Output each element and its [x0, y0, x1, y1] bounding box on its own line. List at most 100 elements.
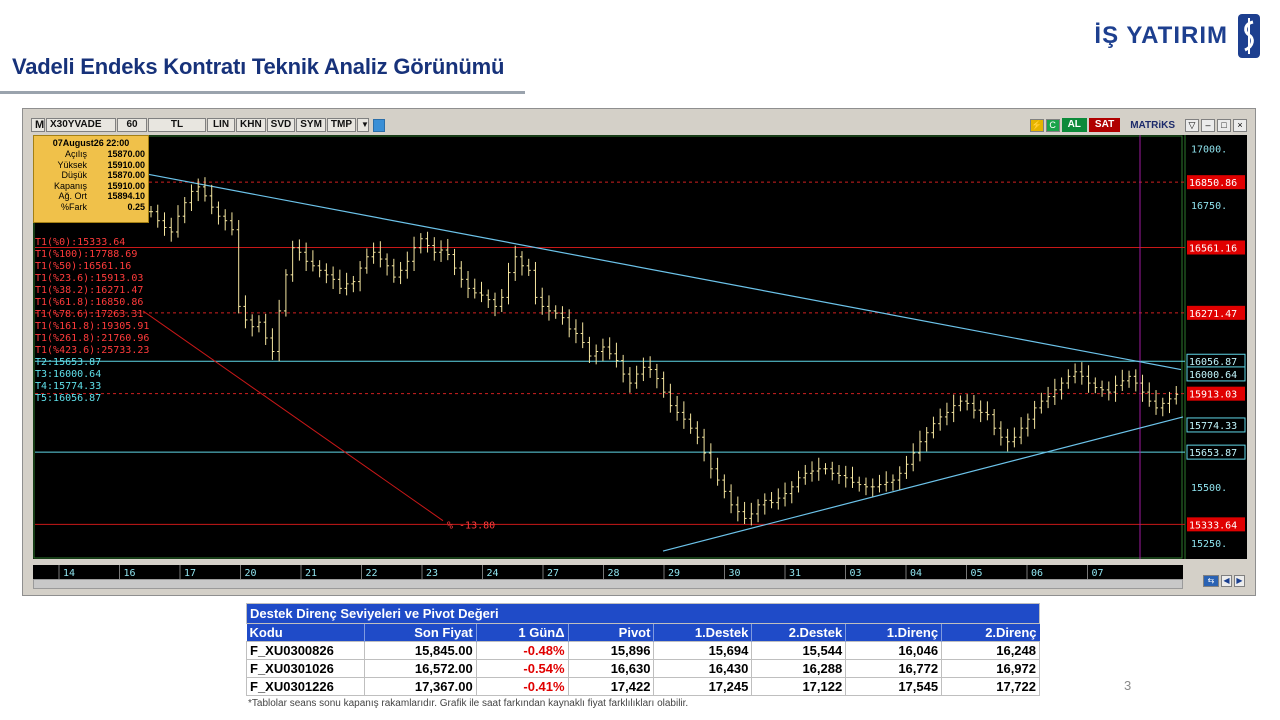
table-row: F_XU0301026 16,572.00 -0.54% 16,630 16,4… — [246, 659, 1040, 678]
scroll-left-icon[interactable]: ◀ — [1221, 575, 1232, 587]
title-divider — [0, 91, 525, 94]
level-label: 16000.64 — [1189, 370, 1237, 381]
price-chart[interactable]: 17000. 16750. 15500. 15250. 16850.86 16561.16… — [33, 135, 1247, 559]
tooltip-value: 15870.00 — [107, 170, 145, 180]
col-header-son-fiyat: Son Fiyat — [363, 623, 477, 642]
col-header-kodu: Kodu — [246, 623, 365, 642]
buy-button[interactable]: AL — [1061, 118, 1087, 132]
cell-direnc-1: 16,046 — [845, 641, 943, 660]
cell-son-fiyat: 16,572.00 — [363, 659, 477, 678]
tooltip-row: %Fark 0.25 — [37, 202, 145, 213]
flash-icon[interactable]: ⚡ — [1029, 118, 1044, 132]
symbol-field[interactable]: X30YVADE — [46, 118, 116, 132]
cell-pivot: 17,422 — [567, 677, 655, 696]
chart-toolbar: M X30YVADE 60 TL LIN KHN SVD SYM TMP ▼ ⚡… — [31, 117, 1247, 133]
x-tick-label: 14 — [63, 568, 75, 579]
toolbar-button-tmp[interactable]: TMP — [326, 118, 357, 132]
tooltip-key: Açılış — [64, 149, 87, 159]
tooltip-value: 15910.00 — [107, 180, 145, 191]
cell-destek-1: 16,430 — [653, 659, 753, 678]
period-button[interactable]: 60 — [117, 118, 147, 132]
col-header-gun-delta: 1 GünΔ — [475, 623, 569, 642]
cell-pivot: 15,896 — [567, 641, 655, 660]
chart-nav: ⇆ ◀ ▶ — [1203, 575, 1245, 587]
minimize-icon[interactable]: – — [1201, 118, 1215, 132]
tooltip-key: Ağ. Ort — [58, 191, 87, 201]
col-header-direnc-2: 2.Direnç — [941, 623, 1040, 642]
y-tick-label: 16750. — [1191, 201, 1227, 212]
table-caption: Destek Direnç Seviyeleri ve Pivot Değeri — [246, 603, 1040, 624]
y-tick-label: 17000. — [1191, 145, 1227, 156]
x-tick-label: 20 — [245, 568, 257, 579]
scroll-right-icon[interactable]: ▶ — [1234, 575, 1245, 587]
time-scrollbar[interactable] — [33, 579, 1183, 589]
tooltip-value: 15894.10 — [107, 191, 145, 201]
fib-level-label: T1(%261.8):21760.96 — [35, 333, 149, 344]
x-tick-label: 24 — [487, 568, 499, 579]
twitter-icon[interactable] — [373, 118, 386, 132]
cell-destek-1: 15,694 — [653, 641, 753, 660]
table-row: F_XU0301226 17,367.00 -0.41% 17,422 17,2… — [246, 677, 1040, 696]
resistance-trendline — [142, 172, 1182, 371]
cell-direnc-1: 17,545 — [845, 677, 943, 696]
tooltip-row: Düşük 15870.00 — [37, 170, 145, 181]
footnote: *Tablolar seans sonu kapanış rakamlarıdı… — [248, 698, 689, 709]
brand-name: İŞ YATIRIM — [1094, 22, 1228, 49]
brand-logo-icon — [1238, 14, 1260, 58]
x-tick-label: 21 — [305, 568, 317, 579]
level-label: 15653.87 — [1189, 448, 1237, 459]
x-tick-label: 28 — [608, 568, 620, 579]
col-header-destek-1: 1.Destek — [653, 623, 752, 642]
y-tick-label: 15500. — [1191, 483, 1227, 494]
page-title: Vadeli Endeks Kontratı Teknik Analiz Gör… — [12, 54, 505, 79]
x-tick-label: 22 — [366, 568, 378, 579]
scale-button[interactable]: LIN — [207, 118, 235, 132]
trendline-label: T4:15774.33 — [35, 381, 101, 392]
x-tick-label: 27 — [547, 568, 559, 579]
x-tick-label: 29 — [668, 568, 680, 579]
level-label: 15913.03 — [1189, 390, 1237, 401]
trendline-label: T3:16000.64 — [35, 369, 101, 380]
fib-level-label: T1(%38.2):16271.47 — [35, 285, 143, 296]
x-tick-label: 17 — [184, 568, 196, 579]
menu-button[interactable]: M — [31, 118, 45, 132]
tooltip-row: Ağ. Ort 15894.10 — [37, 191, 145, 202]
close-icon[interactable]: × — [1233, 118, 1247, 132]
percent-change-label: % -13.80 — [447, 520, 495, 531]
toolbar-button-sym[interactable]: SYM — [296, 118, 326, 132]
sell-button[interactable]: SAT — [1088, 118, 1121, 132]
tooltip-value: 15870.00 — [107, 149, 145, 159]
dropdown-icon[interactable]: ▼ — [357, 118, 370, 132]
x-tick-label: 05 — [971, 568, 983, 579]
toolbar-button-khn[interactable]: KHN — [236, 118, 266, 132]
cell-pivot: 16,630 — [567, 659, 655, 678]
toolbar-button-svd[interactable]: SVD — [266, 118, 296, 132]
x-tick-label: 06 — [1031, 568, 1043, 579]
tooltip-value: 15910.00 — [107, 159, 145, 170]
refresh-icon[interactable]: C — [1045, 118, 1060, 132]
cell-gun-delta: -0.41% — [475, 677, 569, 696]
cell-son-fiyat: 17,367.00 — [363, 677, 477, 696]
cell-direnc-1: 16,772 — [845, 659, 943, 678]
fib-level-label: T1(%161.8):19305.91 — [35, 321, 149, 332]
col-header-destek-2: 2.Destek — [751, 623, 846, 642]
tooltip-value: 0.25 — [127, 201, 145, 212]
platform-logo: MATRiKS — [1130, 119, 1175, 131]
tooltip-key: %Fark — [60, 201, 87, 212]
page-number: 3 — [1124, 678, 1132, 693]
cell-kodu: F_XU0300826 — [246, 641, 365, 660]
cell-gun-delta: -0.48% — [475, 641, 569, 660]
tooltip-row: Kapanış 15910.00 — [37, 181, 145, 192]
x-tick-label: 03 — [850, 568, 862, 579]
y-tick-label: 15250. — [1191, 539, 1227, 550]
maximize-icon[interactable]: □ — [1217, 118, 1231, 132]
cell-kodu: F_XU0301026 — [246, 659, 365, 678]
x-tick-label: 31 — [789, 568, 801, 579]
cell-direnc-2: 16,972 — [941, 659, 1040, 678]
sync-icon[interactable]: ⇆ — [1203, 575, 1219, 587]
tooltip-key: Düşük — [61, 170, 87, 180]
cell-destek-1: 17,245 — [653, 677, 753, 696]
collapse-icon[interactable]: ▽ — [1185, 118, 1199, 132]
currency-button[interactable]: TL — [148, 118, 206, 132]
ohlc-tooltip: 07August26 22:00 Açılış 15870.00 Yüksek 15… — [33, 135, 149, 223]
